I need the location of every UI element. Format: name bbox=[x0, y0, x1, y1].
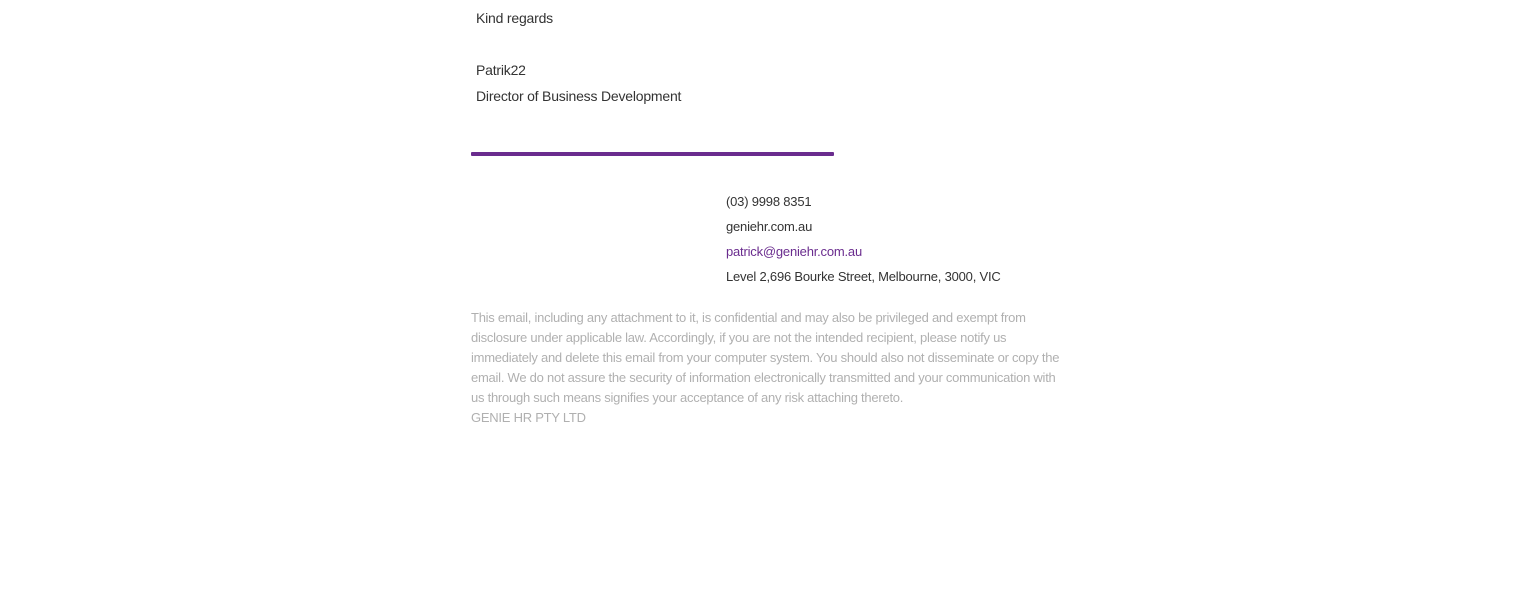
signature-divider bbox=[471, 152, 834, 156]
sender-title: Director of Business Development bbox=[476, 88, 682, 104]
contact-email-row: patrick@geniehr.com.au bbox=[726, 244, 862, 260]
sender-name: Patrik22 bbox=[476, 62, 526, 78]
contact-phone: (03) 9998 8351 bbox=[726, 194, 812, 209]
disclaimer-text: This email, including any attachment to … bbox=[471, 310, 1060, 405]
email-signature: Kind regards Patrik22 Director of Busine… bbox=[0, 0, 1540, 600]
contact-website: geniehr.com.au bbox=[726, 219, 813, 234]
company-name: GENIE HR PTY LTD bbox=[471, 410, 586, 425]
closing-text: Kind regards bbox=[476, 10, 553, 26]
legal-disclaimer: This email, including any attachment to … bbox=[471, 308, 1071, 428]
contact-address: Level 2,696 Bourke Street, Melbourne, 30… bbox=[726, 269, 1001, 284]
contact-email-link[interactable]: patrick@geniehr.com.au bbox=[726, 244, 862, 259]
